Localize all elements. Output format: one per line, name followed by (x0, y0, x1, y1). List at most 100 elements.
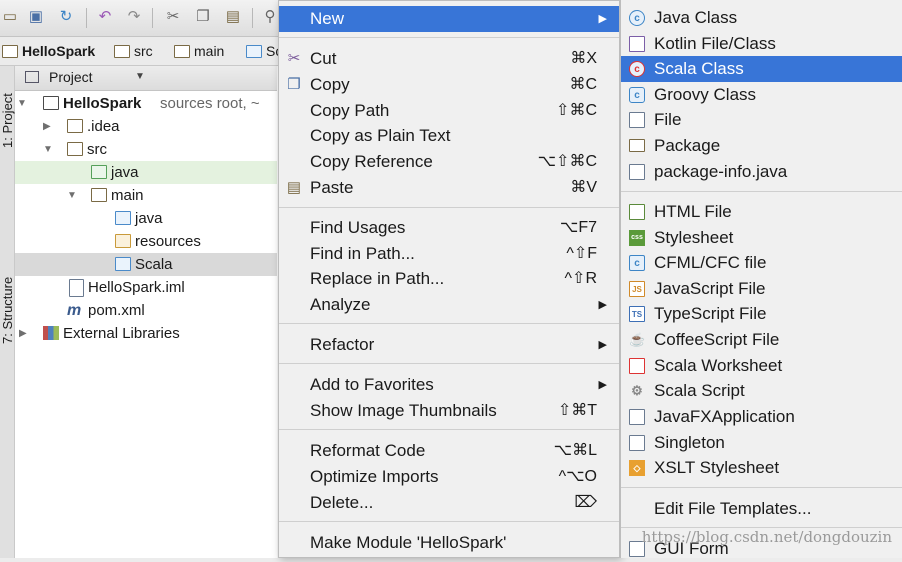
menu-item-find-usages[interactable]: Find Usages ⌥F7 (279, 215, 619, 241)
breadcrumb-label: main (194, 43, 225, 59)
expand-arrow-icon[interactable]: ▼ (43, 138, 53, 161)
sync-icon[interactable]: ↻ (56, 7, 76, 27)
submenu-item-label: CoffeeScript File (654, 330, 780, 349)
undo-icon[interactable]: ↶ (95, 7, 115, 27)
chevron-down-icon[interactable]: ▼ (135, 71, 145, 82)
submenu-item-label: Scala Worksheet (654, 356, 783, 375)
copy-icon[interactable]: ❐ (193, 7, 213, 27)
submenu-item-package[interactable]: Package (621, 133, 902, 159)
submenu-item-cfml[interactable]: c CFML/CFC file (621, 250, 902, 276)
menu-item-optimize-imports[interactable]: Optimize Imports ^⌥O (279, 464, 619, 490)
tab-project[interactable]: 1: Project (0, 93, 15, 148)
menu-item-reformat-code[interactable]: Reformat Code ⌥⌘L (279, 438, 619, 464)
menu-item-find-in-path[interactable]: Find in Path... ^⇧F (279, 241, 619, 267)
submenu-item-label: Kotlin File/Class (654, 34, 776, 53)
new-submenu: c Java Class Kotlin File/Class c Scala C… (620, 0, 902, 558)
tree-item-hellospark[interactable]: ▼ HelloSpark sources root, ~ (15, 92, 277, 115)
redo-icon[interactable]: ↷ (124, 7, 144, 27)
tree-item-resources[interactable]: resources (15, 230, 277, 253)
collapse-arrow-icon[interactable]: ▶ (43, 115, 51, 138)
collapse-arrow-icon[interactable]: ▶ (19, 322, 27, 345)
find-icon[interactable]: ⚲ (260, 7, 280, 27)
shortcut-label: ⇧⌘C (556, 102, 597, 119)
submenu-item-edit-file-templates[interactable]: Edit File Templates... (621, 496, 902, 522)
tree-item-external-libraries[interactable]: ▶ External Libraries (15, 322, 277, 345)
menu-item-label: Copy (310, 75, 350, 94)
html-icon (629, 204, 645, 220)
tree-item-label: pom.xml (88, 302, 145, 319)
tree-item-main[interactable]: ▼ main (15, 184, 277, 207)
menu-item-cut[interactable]: ✂ Cut ⌘X (279, 46, 619, 72)
menu-separator (621, 191, 902, 192)
folder-icon (174, 44, 190, 58)
submenu-item-label: package-info.java (654, 162, 788, 181)
submenu-arrow-icon: ▶ (598, 339, 607, 351)
tab-structure[interactable]: 7: Structure (0, 277, 15, 344)
submenu-item-java-class[interactable]: c Java Class (621, 5, 902, 31)
watermark: https://blog.csdn.net/dongdouzin (641, 528, 892, 546)
resources-folder-icon (115, 234, 131, 248)
submenu-item-singleton[interactable]: Singleton (621, 430, 902, 456)
submenu-item-html[interactable]: HTML File (621, 199, 902, 225)
tree-item-scala[interactable]: Scala (15, 253, 277, 276)
save-icon[interactable]: ▣ (26, 7, 46, 27)
submenu-item-package-info[interactable]: package-info.java (621, 159, 902, 185)
libraries-icon (43, 326, 59, 340)
cut-icon[interactable]: ✂ (163, 7, 183, 27)
expand-arrow-icon[interactable]: ▼ (17, 92, 27, 115)
menu-item-paste[interactable]: ▤ Paste ⌘V (279, 175, 619, 201)
submenu-item-coffeescript[interactable]: ☕ CoffeeScript File (621, 327, 902, 353)
submenu-item-javafx[interactable]: JavaFXApplication (621, 404, 902, 430)
submenu-item-scala-script[interactable]: ⚙ Scala Script (621, 378, 902, 404)
paste-icon[interactable]: ▤ (223, 7, 243, 27)
submenu-item-label: Edit File Templates... (654, 499, 812, 518)
cut-icon: ✂ (287, 50, 301, 67)
breadcrumb-item-scala[interactable]: Sc (246, 41, 282, 61)
menu-item-copy-plain-text[interactable]: Copy as Plain Text (279, 123, 619, 149)
kotlin-icon (629, 36, 645, 52)
submenu-item-typescript[interactable]: TS TypeScript File (621, 301, 902, 327)
menu-item-replace-in-path[interactable]: Replace in Path... ^⇧R (279, 266, 619, 292)
submenu-item-scala-worksheet[interactable]: Scala Worksheet (621, 353, 902, 379)
submenu-arrow-icon: ▶ (598, 299, 607, 311)
menu-item-analyze[interactable]: Analyze ▶ (279, 292, 619, 318)
breadcrumb-item-main[interactable]: main (174, 41, 224, 61)
singleton-icon (629, 435, 645, 451)
submenu-item-stylesheet[interactable]: css Stylesheet (621, 225, 902, 251)
submenu-item-scala-class[interactable]: c Scala Class (621, 56, 902, 82)
submenu-item-file[interactable]: File (621, 107, 902, 133)
menu-item-new[interactable]: New ▶ (279, 6, 619, 32)
toolbar-divider (86, 8, 87, 28)
submenu-item-javascript[interactable]: JS JavaScript File (621, 276, 902, 302)
folder-icon (114, 44, 130, 58)
expand-arrow-icon[interactable]: ▼ (67, 184, 77, 207)
submenu-item-kotlin[interactable]: Kotlin File/Class (621, 31, 902, 57)
breadcrumb-item-src[interactable]: src (114, 41, 153, 61)
menu-separator (279, 207, 619, 208)
menu-item-copy-reference[interactable]: Copy Reference ⌥⇧⌘C (279, 149, 619, 175)
submenu-item-groovy-class[interactable]: c Groovy Class (621, 82, 902, 108)
tree-item-hint: sources root, ~ (160, 95, 260, 112)
menu-item-make-module[interactable]: Make Module 'HelloSpark' (279, 530, 619, 556)
project-view-selector[interactable]: Project (49, 69, 93, 85)
tree-item-idea[interactable]: ▶ .idea (15, 115, 277, 138)
menu-item-refactor[interactable]: Refactor ▶ (279, 332, 619, 358)
menu-item-delete[interactable]: Delete... ⌦ (279, 490, 619, 516)
breadcrumb-item-hellospark[interactable]: HelloSpark (2, 41, 95, 61)
copy-icon: ❐ (287, 76, 301, 93)
menu-item-add-to-favorites[interactable]: Add to Favorites ▶ (279, 372, 619, 398)
tree-item-pom[interactable]: m pom.xml (15, 299, 277, 322)
menu-item-show-image-thumbnails[interactable]: Show Image Thumbnails ⇧⌘T (279, 398, 619, 424)
project-panel-header: Project ▼ (15, 66, 277, 91)
menu-item-copy[interactable]: ❐ Copy ⌘C (279, 72, 619, 98)
tree-item-iml[interactable]: HelloSpark.iml (15, 276, 277, 299)
submenu-item-xslt[interactable]: ◇ XSLT Stylesheet (621, 455, 902, 481)
tree-item-java-test[interactable]: java (15, 161, 277, 184)
tree-item-src[interactable]: ▼ src (15, 138, 277, 161)
submenu-item-label: HTML File (654, 202, 732, 221)
tree-item-java[interactable]: java (15, 207, 277, 230)
test-folder-icon (91, 165, 107, 179)
folder-icon[interactable]: ▭ (0, 7, 20, 27)
context-menu: New ▶ ✂ Cut ⌘X ❐ Copy ⌘C Copy Path ⇧⌘C C… (278, 0, 620, 558)
menu-item-copy-path[interactable]: Copy Path ⇧⌘C (279, 98, 619, 124)
